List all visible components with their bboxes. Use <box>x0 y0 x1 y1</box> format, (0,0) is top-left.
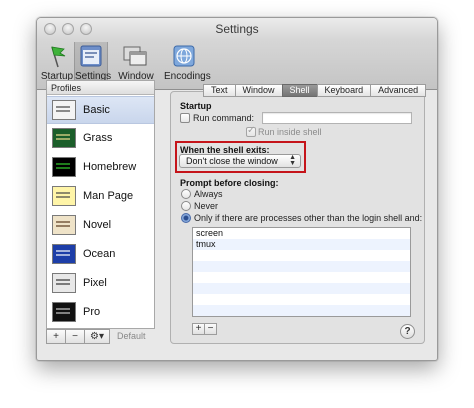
process-row[interactable] <box>193 294 410 305</box>
profile-item[interactable]: Grass <box>47 125 154 153</box>
default-profile-button[interactable]: Default <box>117 329 146 344</box>
tab-advanced[interactable]: Advanced <box>370 84 427 97</box>
toolbar-encodings-label: Encodings <box>164 71 211 82</box>
encodings-globe-icon <box>169 44 199 68</box>
process-buttons: + − <box>192 323 217 335</box>
profile-thumbnail <box>52 157 76 177</box>
profile-thumbnail <box>52 100 76 120</box>
profile-item[interactable]: Ocean <box>47 241 154 269</box>
profile-thumbnail <box>52 273 76 293</box>
profile-thumbnail <box>52 244 76 264</box>
profile-thumbnail <box>52 215 76 235</box>
remove-profile-button[interactable]: − <box>65 329 85 344</box>
profile-item[interactable]: Homebrew <box>47 154 154 182</box>
profile-thumbnail <box>52 186 76 206</box>
run-command-label: Run command: <box>193 113 255 123</box>
prompt-processes-radio[interactable] <box>181 213 191 223</box>
profile-name: Pixel <box>83 277 107 289</box>
window-groups-icon <box>121 44 151 68</box>
profile-name: Ocean <box>83 248 116 260</box>
minimize-window-button[interactable] <box>62 23 74 35</box>
startup-flag-icon <box>42 44 72 68</box>
zoom-window-button[interactable] <box>80 23 92 35</box>
run-command-checkbox[interactable] <box>180 113 190 123</box>
profile-name: Basic <box>83 104 110 116</box>
process-list[interactable]: screen tmux <box>192 227 411 317</box>
add-profile-button[interactable]: + <box>46 329 66 344</box>
tab-keyboard[interactable]: Keyboard <box>316 84 372 97</box>
profile-item[interactable]: Basic <box>47 96 154 124</box>
close-window-button[interactable] <box>44 23 56 35</box>
tab-shell[interactable]: Shell <box>281 84 318 97</box>
process-row[interactable]: screen <box>193 228 410 239</box>
profile-name: Man Page <box>83 190 134 202</box>
profiles-button-bar: + − ⚙▾ Default <box>46 329 155 344</box>
title-bar: Settings <box>37 18 437 40</box>
profiles-list[interactable]: Profiles Basic Grass Homebrew Man Page Novel… <box>46 80 155 329</box>
profile-name: Homebrew <box>83 161 137 173</box>
settings-window-icon <box>76 44 106 68</box>
toolbar-encodings[interactable]: Encodings <box>164 42 211 88</box>
tab-window[interactable]: Window <box>234 84 283 97</box>
settings-tabs: Text Window Shell Keyboard Advanced <box>203 84 427 97</box>
process-row[interactable]: tmux <box>193 239 410 250</box>
run-inside-shell-checkbox[interactable] <box>246 125 256 137</box>
profile-item[interactable]: Novel <box>47 212 154 240</box>
process-row[interactable] <box>193 305 410 316</box>
profile-name: Pro <box>83 306 101 318</box>
prompt-always-label: Always <box>194 189 223 199</box>
profile-item[interactable]: Man Page <box>47 183 154 211</box>
tab-text[interactable]: Text <box>203 84 236 97</box>
prompt-never-label: Never <box>194 201 219 211</box>
profile-name: Grass <box>83 132 113 144</box>
remove-process-button[interactable]: − <box>204 323 217 335</box>
run-command-field[interactable] <box>262 112 412 124</box>
profiles-header: Profiles <box>47 81 154 95</box>
help-button[interactable]: ? <box>400 324 415 339</box>
select-arrows-icon: ▲ ▼ <box>289 154 296 167</box>
run-inside-shell-label: Run inside shell <box>258 127 322 137</box>
prompt-processes-label: Only if there are processes other than t… <box>194 213 423 223</box>
shell-exits-value: Don't close the window <box>186 156 278 166</box>
process-row[interactable] <box>193 250 410 261</box>
profile-item[interactable]: Pro <box>47 299 154 327</box>
profile-name: Novel <box>83 219 112 231</box>
prompt-section-title: Prompt before closing: <box>180 178 279 188</box>
process-row[interactable] <box>193 272 410 283</box>
process-row[interactable] <box>193 283 410 294</box>
prompt-always-radio[interactable] <box>181 189 191 199</box>
shell-exits-select[interactable]: Don't close the window ▲ ▼ <box>179 154 301 168</box>
profile-actions-gear-button[interactable]: ⚙▾ <box>84 329 110 344</box>
prompt-never-radio[interactable] <box>181 201 191 211</box>
profile-item[interactable]: Pixel <box>47 270 154 298</box>
window-title: Settings <box>215 22 259 36</box>
profile-thumbnail <box>52 128 76 148</box>
profile-thumbnail <box>52 302 76 322</box>
process-row[interactable] <box>193 261 410 272</box>
startup-section-title: Startup <box>180 101 212 111</box>
window-controls <box>44 23 92 35</box>
